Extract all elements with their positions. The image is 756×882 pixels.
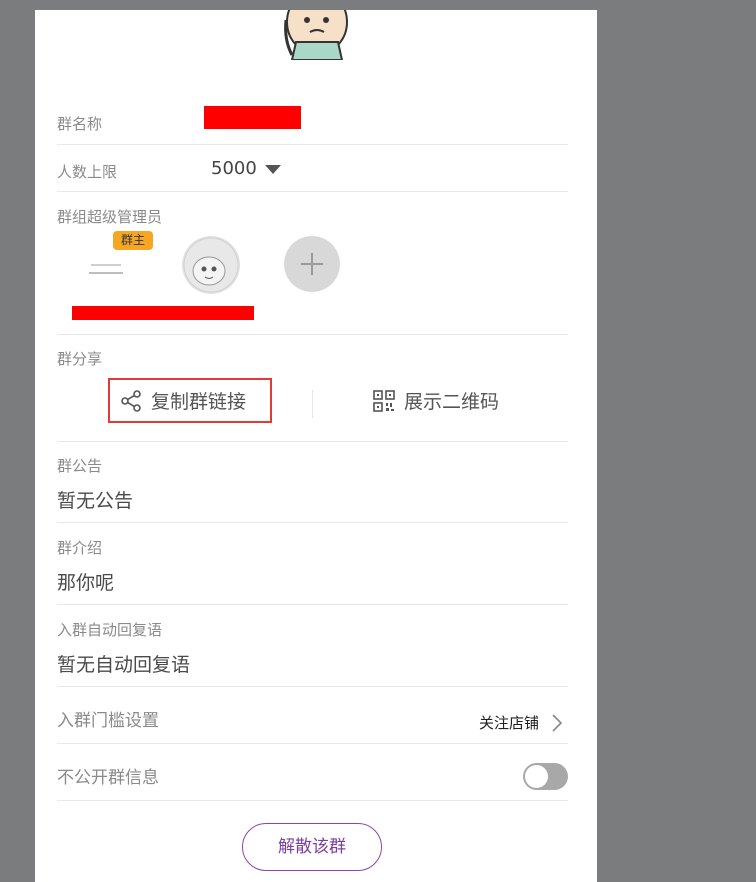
intro-value[interactable]: 那你呢: [57, 568, 114, 595]
private-toggle[interactable]: [523, 763, 568, 790]
announcement-label: 群公告: [57, 457, 103, 475]
divider: [57, 441, 568, 442]
divider: [57, 334, 568, 335]
threshold-value[interactable]: 关注店铺: [479, 712, 539, 733]
group-name-label: 群名称: [57, 115, 103, 133]
copy-link-label: 复制群链接: [151, 391, 247, 413]
qr-code-icon: [373, 389, 395, 412]
toggle-knob: [525, 765, 548, 788]
member-limit-value[interactable]: 5000: [211, 158, 257, 179]
announcement-value[interactable]: 暂无公告: [57, 486, 133, 513]
auto-reply-label: 入群自动回复语: [57, 621, 163, 639]
divider: [312, 390, 313, 418]
divider: [57, 800, 568, 801]
divider: [57, 604, 568, 605]
share-icon: [121, 389, 141, 412]
admins-label: 群组超级管理员: [57, 208, 163, 226]
group-avatar: [284, 10, 348, 60]
owner-badge: 群主: [113, 231, 153, 250]
copy-link-button[interactable]: 复制群链接: [108, 378, 272, 423]
auto-reply-value[interactable]: 暂无自动回复语: [57, 650, 190, 677]
caret-down-icon[interactable]: [265, 165, 281, 174]
divider: [57, 743, 568, 744]
share-label: 群分享: [57, 350, 103, 368]
admin-names-redacted: [72, 306, 254, 320]
show-qr-button[interactable]: 展示二维码: [373, 378, 499, 423]
group-name-redacted: [204, 106, 301, 129]
divider: [57, 522, 568, 523]
chevron-right-icon[interactable]: [551, 713, 563, 733]
divider: [57, 686, 568, 687]
private-label: 不公开群信息: [57, 768, 159, 788]
dissolve-group-button[interactable]: 解散该群: [242, 823, 382, 871]
divider: [57, 144, 568, 145]
divider: [57, 191, 568, 192]
admin-avatar[interactable]: [182, 236, 240, 294]
intro-label: 群介绍: [57, 539, 103, 557]
add-admin-button[interactable]: [284, 236, 340, 292]
member-limit-label: 人数上限: [57, 163, 118, 181]
show-qr-label: 展示二维码: [404, 391, 500, 413]
group-settings-panel: 群名称 人数上限 5000 群组超级管理员 群主 群分享 复制群链接 展示二维码…: [35, 10, 597, 882]
threshold-label: 入群门槛设置: [57, 711, 159, 731]
